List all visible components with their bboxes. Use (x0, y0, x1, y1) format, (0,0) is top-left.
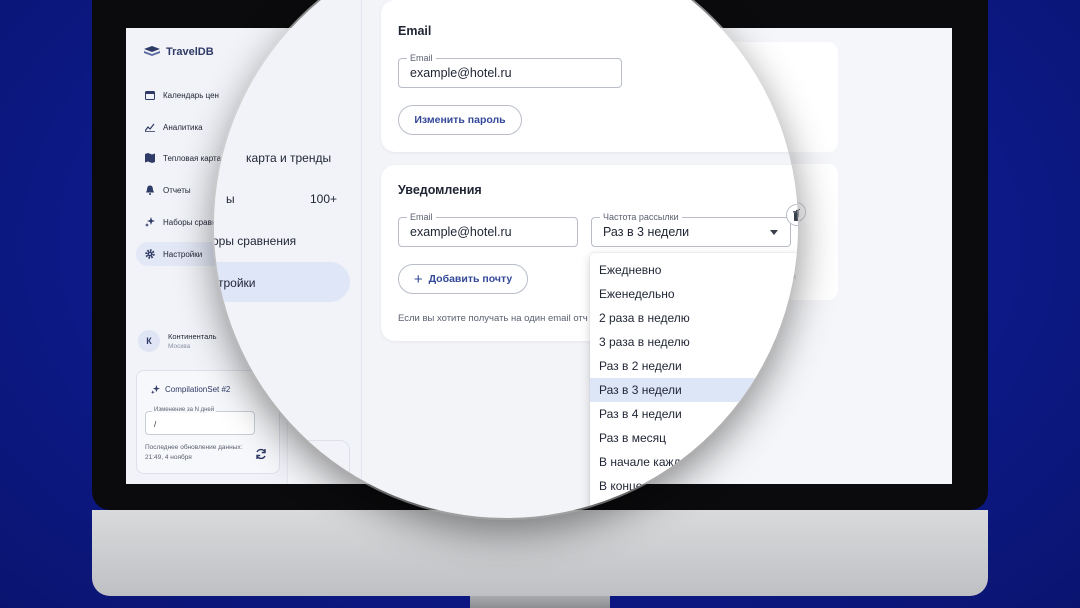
change-password-button[interactable]: Изменить пароль (398, 105, 522, 135)
notification-email-label: Email (407, 212, 436, 223)
monitor-chin (92, 510, 988, 596)
change-days-label: Изменение за N дней (152, 407, 217, 413)
comparison-label-large: оры сравнения (214, 234, 297, 248)
sidebar-item-label: Настройки (163, 249, 203, 259)
sidebar-item-label: Календарь цен (163, 90, 219, 100)
frequency-option[interactable]: Еженедельно (590, 282, 798, 306)
user-city: Москва (168, 343, 191, 350)
frequency-select-label: Частота рассылки (600, 212, 682, 223)
sparkle-icon (151, 385, 160, 394)
monitor-stand (470, 596, 610, 608)
compilation-field-large[interactable] (214, 494, 338, 518)
gear-icon (144, 249, 155, 260)
user-name-large: таль (236, 396, 262, 410)
notifications-card-title: Уведомления (398, 183, 482, 197)
settings-label-large: тройки (218, 276, 256, 290)
bell-icon (144, 185, 155, 196)
reports-count-badge: 100+ (310, 192, 338, 206)
heatmap-label-large: карта и тренды (246, 151, 332, 165)
notification-email-field[interactable]: Email example@hotel.ru (398, 212, 578, 247)
user-profile[interactable]: К Континенталь Москва (138, 330, 217, 352)
reports-label-large: ы (226, 192, 235, 206)
frequency-select-value: Раз в 3 недели (603, 225, 690, 239)
notifications-hint: Если вы хотите получать на один email от… (398, 313, 588, 324)
frequency-option[interactable]: В конце каждого м (590, 474, 798, 498)
frequency-option[interactable]: 3 раза в неделю (590, 330, 798, 354)
logo[interactable]: TravelDB (144, 46, 214, 58)
magnified-sidebar: карта и тренды ы 100+ оры сравнения трой… (214, 0, 362, 518)
email-card: Email Email example@hotel.ru Изменить па… (381, 0, 798, 152)
compilation-card-large (214, 440, 350, 480)
frequency-option[interactable]: Ежедневно (590, 258, 798, 282)
add-email-button[interactable]: + Добавить почту (398, 264, 528, 294)
frequency-dropdown: Ежедневно Еженедельно 2 раза в неделю 3 … (590, 253, 798, 518)
sidebar-item-label: Отчеты (163, 185, 191, 195)
sparkle-icon (144, 217, 155, 228)
analytics-icon (144, 122, 155, 133)
notification-email-value: example@hotel.ru (410, 225, 512, 239)
avatar: К (138, 330, 160, 352)
change-password-label: Изменить пароль (414, 114, 506, 126)
frequency-option[interactable]: 2 раза в неделю (590, 306, 798, 330)
map-icon (144, 153, 155, 164)
frequency-option-selected[interactable]: Раз в 3 недели (590, 378, 798, 402)
user-name: Континенталь (168, 332, 217, 341)
plus-icon: + (413, 270, 423, 288)
sidebar-item-label: Аналитика (163, 122, 203, 132)
magnifier-lens: карта и тренды ы 100+ оры сравнения трой… (214, 0, 798, 518)
add-email-label: Добавить почту (428, 273, 513, 285)
frequency-option[interactable]: Раз в месяц (590, 426, 798, 450)
frequency-option[interactable]: Раз в квартал (590, 498, 798, 518)
email-field[interactable]: Email example@hotel.ru (398, 53, 622, 88)
sidebar-item-label: Наборы сравн (163, 217, 217, 227)
frequency-option[interactable]: В начале каждого мес (590, 450, 798, 474)
change-days-value: / (154, 420, 157, 429)
frequency-option[interactable]: Раз в 2 недели (590, 354, 798, 378)
email-field-value: example@hotel.ru (410, 66, 512, 80)
logo-text: TravelDB (166, 46, 214, 58)
email-card-title: Email (398, 24, 432, 38)
email-field-label: Email (407, 53, 436, 64)
chevron-down-icon (770, 230, 778, 235)
magnified-content: карта и тренды ы 100+ оры сравнения трой… (214, 0, 798, 518)
calendar-icon (144, 90, 155, 101)
frequency-option[interactable]: Раз в 4 недели (590, 402, 798, 426)
logo-icon (144, 46, 160, 56)
frequency-select[interactable]: Частота рассылки Раз в 3 недели (591, 212, 791, 247)
